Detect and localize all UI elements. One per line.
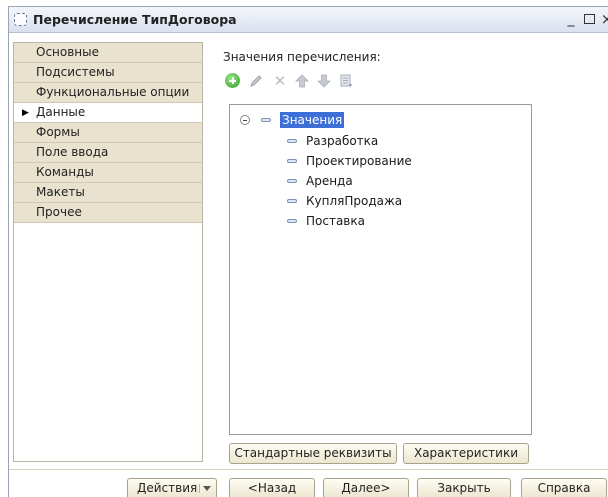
add-icon[interactable] bbox=[223, 72, 241, 90]
enum-values-label: Значения перечисления: bbox=[223, 50, 381, 64]
enum-value-icon bbox=[287, 159, 297, 163]
section-item-label: Данные bbox=[36, 105, 86, 119]
dropdown-arrow-icon bbox=[199, 484, 212, 493]
tree-root-label: Значения bbox=[280, 112, 345, 128]
move-down-icon[interactable] bbox=[315, 72, 333, 90]
section-item-label: Подсистемы bbox=[36, 65, 115, 79]
window-title: Перечисление ТипДоговора bbox=[33, 12, 237, 27]
section-item-main[interactable]: Основные bbox=[14, 43, 202, 63]
window-content: Основные Подсистемы Функциональные опции… bbox=[9, 34, 608, 497]
tree-item[interactable]: Проектирование bbox=[230, 152, 530, 170]
enum-values-tree[interactable]: Значения Разработка Проектирование Аренд… bbox=[229, 104, 532, 435]
section-item-forms[interactable]: Формы bbox=[14, 123, 202, 143]
section-item-input-field[interactable]: Поле ввода bbox=[14, 143, 202, 163]
close-window-button[interactable]: × bbox=[599, 10, 608, 28]
enum-window: Перечисление ТипДоговора _ × Основные По… bbox=[8, 6, 608, 497]
section-item-label: Формы bbox=[36, 125, 80, 139]
standard-attributes-button[interactable]: Стандартные реквизиты bbox=[229, 443, 397, 464]
collapse-icon[interactable] bbox=[240, 115, 250, 125]
footer-divider bbox=[9, 469, 608, 470]
section-item-subsystems[interactable]: Подсистемы bbox=[14, 63, 202, 83]
help-button[interactable]: Справка bbox=[521, 478, 607, 497]
delete-icon[interactable]: ✕ bbox=[271, 72, 289, 90]
section-item-data[interactable]: ▶ Данные bbox=[14, 103, 202, 123]
title-bar[interactable]: Перечисление ТипДоговора _ × bbox=[9, 7, 608, 33]
tree-item[interactable]: Поставка bbox=[230, 212, 530, 230]
move-up-icon[interactable] bbox=[293, 72, 311, 90]
section-item-label: Функциональные опции bbox=[36, 85, 190, 99]
tree-root-row[interactable]: Значения bbox=[230, 111, 530, 129]
section-item-label: Поле ввода bbox=[36, 145, 109, 159]
section-item-other[interactable]: Прочее bbox=[14, 203, 202, 223]
enum-value-icon bbox=[287, 139, 297, 143]
section-item-templates[interactable]: Макеты bbox=[14, 183, 202, 203]
sections-panel: Основные Подсистемы Функциональные опции… bbox=[13, 42, 203, 462]
tree-item-label: Поставка bbox=[306, 214, 365, 228]
maximize-icon bbox=[583, 14, 595, 24]
characteristics-button[interactable]: Характеристики bbox=[403, 443, 529, 464]
enum-value-icon bbox=[287, 179, 297, 183]
minimize-button[interactable]: _ bbox=[563, 10, 579, 28]
enum-value-icon bbox=[261, 118, 271, 122]
maximize-button[interactable] bbox=[581, 10, 597, 28]
back-button[interactable]: <Назад bbox=[229, 478, 315, 497]
section-item-commands[interactable]: Команды bbox=[14, 163, 202, 183]
edit-icon[interactable] bbox=[247, 72, 265, 90]
next-button[interactable]: Далее> bbox=[323, 478, 409, 497]
tree-item-label: Аренда bbox=[306, 174, 353, 188]
list-icon[interactable] bbox=[337, 72, 355, 90]
enum-value-icon bbox=[287, 199, 297, 203]
tree-item-label: КупляПродажа bbox=[306, 194, 403, 208]
tree-item[interactable]: Аренда bbox=[230, 172, 530, 190]
close-button[interactable]: Закрыть bbox=[417, 478, 511, 497]
actions-label: Действия bbox=[137, 481, 198, 495]
section-item-label: Основные bbox=[36, 45, 100, 59]
tree-item-label: Проектирование bbox=[306, 154, 412, 168]
metadata-object-icon bbox=[14, 13, 27, 26]
actions-menu-button[interactable]: Действия bbox=[127, 478, 217, 497]
tree-item[interactable]: КупляПродажа bbox=[230, 192, 530, 210]
enum-value-icon bbox=[287, 219, 297, 223]
section-item-label: Прочее bbox=[36, 205, 82, 219]
section-item-functional-options[interactable]: Функциональные опции bbox=[14, 83, 202, 103]
active-section-marker-icon: ▶ bbox=[22, 108, 29, 118]
section-item-label: Макеты bbox=[36, 185, 85, 199]
tree-item[interactable]: Разработка bbox=[230, 132, 530, 150]
section-item-label: Команды bbox=[36, 165, 94, 179]
tree-item-label: Разработка bbox=[306, 134, 379, 148]
